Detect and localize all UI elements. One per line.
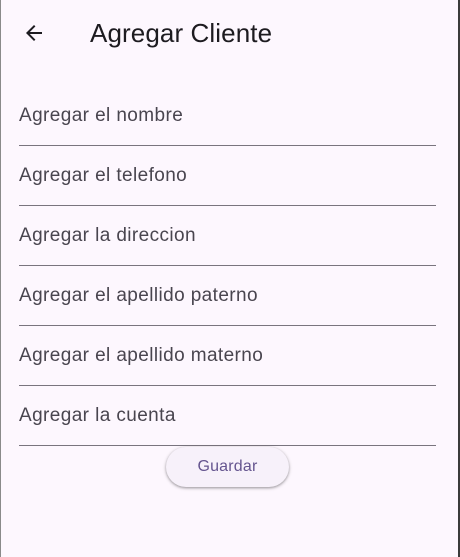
save-button[interactable]: Guardar [166, 447, 289, 487]
apellido-paterno-field [19, 266, 436, 326]
app-bar: Agregar Cliente [0, 0, 458, 66]
cuenta-field [19, 386, 436, 446]
direccion-input[interactable] [19, 224, 436, 248]
apellido-paterno-input[interactable] [19, 284, 436, 308]
telefono-field [19, 146, 436, 206]
nombre-field [19, 86, 436, 146]
page-title: Agregar Cliente [90, 18, 273, 48]
nombre-input[interactable] [19, 104, 436, 128]
add-client-form [19, 86, 436, 446]
cuenta-input[interactable] [19, 404, 436, 428]
window-left-edge [0, 0, 1, 557]
apellido-materno-field [19, 326, 436, 386]
arrow-left-icon [26, 25, 42, 41]
back-button[interactable] [14, 13, 54, 53]
telefono-input[interactable] [19, 164, 436, 188]
apellido-materno-input[interactable] [19, 344, 436, 368]
direccion-field [19, 206, 436, 266]
